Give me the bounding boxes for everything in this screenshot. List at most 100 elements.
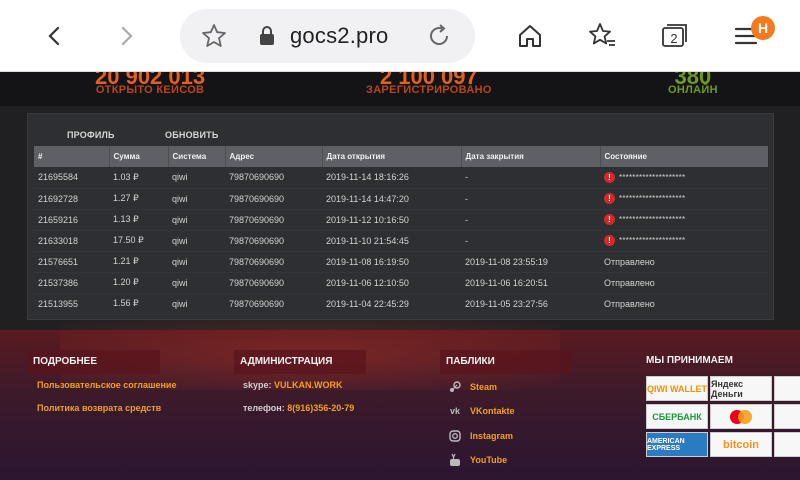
- cell-system: qiwi: [172, 214, 188, 225]
- youtube-icon: [448, 453, 462, 467]
- cell-opened: 2019-11-12 10:16:50: [326, 214, 409, 225]
- status-text: ********************: [619, 172, 686, 182]
- address-bar[interactable]: gocs2.pro: [180, 9, 475, 63]
- bookmark-star-icon[interactable]: [200, 22, 228, 50]
- col-closed: Дата закрытия: [461, 146, 601, 167]
- cell-sum: 1.27 ₽: [113, 193, 139, 203]
- table-row: 21537386 1.20 ₽ qiwi 79870690690 2019-11-06 …: [34, 272, 768, 293]
- refresh-link[interactable]: ОБНОВИТЬ: [165, 130, 219, 140]
- cell-system: qiwi: [172, 298, 188, 309]
- table-header: # Сумма Система Адрес Дата открытия Дата…: [34, 146, 768, 167]
- stat-cases-number: 20 902 013: [95, 72, 205, 84]
- cell-opened: 2019-11-14 18:16:26: [326, 172, 409, 183]
- steam-label: Steam: [470, 382, 498, 392]
- stats-band: 20 902 013 ОТКРЫТО КЕЙСОВ 2 100 097 ЗАРЕ…: [0, 72, 800, 106]
- skype-value[interactable]: VULKAN.WORK: [274, 380, 343, 390]
- cell-id: 21576651: [38, 256, 79, 267]
- forward-button[interactable]: [108, 18, 144, 54]
- stat-online-number: 380: [668, 72, 718, 84]
- cell-closed: -: [465, 214, 468, 225]
- skype-contact: skype: VULKAN.WORK: [243, 380, 343, 390]
- cell-address: 79870690690: [229, 298, 285, 309]
- cell-opened: 2019-11-10 21:54:45: [326, 235, 409, 246]
- cell-id: 21633018: [38, 235, 79, 246]
- col-address: Адрес: [225, 146, 323, 167]
- cell-sum: 17.50 ₽: [113, 235, 144, 245]
- cell-system: qiwi: [172, 235, 188, 246]
- phone-value[interactable]: 8(916)356-20-79: [287, 403, 354, 413]
- cell-address: 79870690690: [229, 214, 285, 225]
- col-system: Система: [168, 146, 226, 167]
- stat-cases-label: ОТКРЫТО КЕЙСОВ: [95, 84, 205, 96]
- col-sum: Сумма: [109, 146, 169, 167]
- payment-extra-2: [774, 404, 800, 429]
- refund-policy-link[interactable]: Политика возврата средств: [37, 403, 161, 413]
- table-row: 21695584 1.03 ₽ qiwi 79870690690 2019-11-14 …: [34, 167, 768, 188]
- payment-sberbank: СБЕРБАНК: [646, 404, 708, 429]
- skype-label: skype:: [243, 380, 272, 390]
- cell-closed: 2019-11-05 23:27:56: [465, 298, 548, 309]
- cell-status: Отправлено: [604, 256, 655, 267]
- phone-label: телефон:: [243, 403, 285, 413]
- cell-address: 79870690690: [229, 172, 285, 183]
- payment-amex: AMERICAN EXPRESS: [646, 432, 708, 457]
- cell-opened: 2019-11-06 12:10:50: [326, 277, 409, 288]
- stat-registered: 2 100 097 ЗАРЕГИСТРИРОВАНО: [366, 72, 492, 96]
- error-icon[interactable]: !: [604, 171, 615, 183]
- browser-toolbar: gocs2.pro 2 H: [0, 0, 800, 72]
- stat-cases-opened: 20 902 013 ОТКРЫТО КЕЙСОВ: [95, 72, 205, 96]
- footer-accept-title: МЫ ПРИНИМАЕМ: [646, 355, 733, 366]
- status-text: ********************: [619, 236, 686, 246]
- status-text: ********************: [619, 215, 686, 225]
- cell-closed: 2019-11-06 16:20:51: [465, 277, 548, 288]
- table-row: 21692728 1.27 ₽ qiwi 79870690690 2019-11-14 …: [34, 188, 768, 209]
- profile-link[interactable]: ПРОФИЛЬ: [67, 130, 115, 140]
- terms-link[interactable]: Пользовательское соглашение: [37, 380, 176, 390]
- cell-id: 21537386: [38, 277, 79, 288]
- cell-sum: 1.13 ₽: [113, 214, 139, 224]
- cell-system: qiwi: [172, 277, 188, 288]
- cell-sum: 1.56 ₽: [113, 298, 139, 308]
- vkontakte-label: VKontakte: [470, 406, 515, 416]
- payment-extra-3: [774, 432, 800, 457]
- chevron-left-icon: [48, 26, 60, 46]
- payment-mastercard: mastercard: [710, 404, 772, 429]
- stat-online: 380 ОНЛАЙН: [668, 72, 718, 96]
- col-status: Состояние: [604, 152, 647, 161]
- back-button[interactable]: [37, 18, 73, 54]
- error-icon[interactable]: !: [604, 214, 615, 226]
- cell-status: ! ********************: [600, 230, 768, 251]
- cell-address: 79870690690: [229, 256, 285, 267]
- col-id: #: [34, 146, 110, 167]
- cell-status: ! ********************: [600, 188, 768, 209]
- cell-sum: 1.21 ₽: [113, 256, 139, 266]
- home-button[interactable]: [512, 18, 548, 54]
- payment-extra-1: [774, 376, 800, 401]
- error-icon[interactable]: !: [604, 193, 615, 205]
- stat-registered-number: 2 100 097: [366, 72, 492, 84]
- vkontakte-link[interactable]: vk VKontakte: [448, 404, 515, 418]
- instagram-link[interactable]: Instagram: [448, 429, 513, 443]
- stat-registered-label: ЗАРЕГИСТРИРОВАНО: [366, 84, 492, 96]
- table-row: 21513955 1.56 ₽ qiwi 79870690690 2019-11-04 …: [34, 293, 768, 314]
- error-icon[interactable]: !: [604, 235, 615, 247]
- steam-link[interactable]: Steam: [448, 380, 497, 394]
- cell-closed: 2019-11-08 23:55:19: [465, 256, 548, 267]
- reload-icon[interactable]: [424, 21, 454, 51]
- chevron-right-icon: [121, 26, 133, 46]
- tabs-button[interactable]: 2: [656, 18, 692, 54]
- cell-system: qiwi: [172, 172, 188, 183]
- cell-id: 21659216: [38, 214, 79, 225]
- panel-nav: ПРОФИЛЬ ОБНОВИТЬ: [28, 114, 773, 150]
- bookmarks-button[interactable]: [584, 18, 620, 54]
- tab-count: 2: [670, 30, 678, 46]
- footer-more-title: ПОДРОБНЕЕ: [27, 350, 160, 374]
- page-content: 20 902 013 ОТКРЫТО КЕЙСОВ 2 100 097 ЗАРЕ…: [0, 72, 800, 480]
- table-row: 21576651 1.21 ₽ qiwi 79870690690 2019-11-08 …: [34, 251, 768, 272]
- cell-opened: 2019-11-08 16:19:50: [326, 256, 409, 267]
- steam-icon: [448, 380, 462, 394]
- cell-closed: -: [465, 193, 468, 204]
- youtube-link[interactable]: YouTube: [448, 453, 507, 467]
- lock-icon: [260, 26, 274, 45]
- instagram-label: Instagram: [470, 431, 514, 441]
